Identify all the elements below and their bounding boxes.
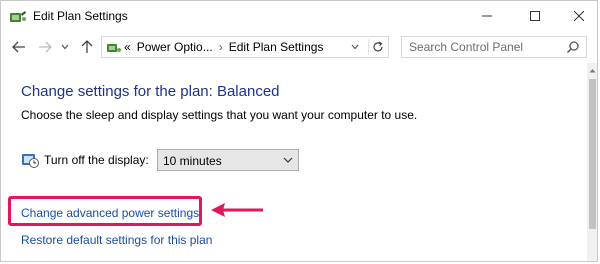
chevron-down-icon bbox=[351, 44, 359, 50]
minimize-icon bbox=[482, 15, 492, 17]
chevron-down-icon bbox=[283, 157, 293, 163]
back-button[interactable] bbox=[9, 37, 29, 57]
page-description: Choose the sleep and display settings th… bbox=[21, 108, 418, 122]
navigation-bar: « Power Optio... › Edit Plan Settings Se… bbox=[1, 31, 597, 63]
up-button[interactable] bbox=[77, 37, 97, 57]
scrollbar-thumb[interactable] bbox=[589, 79, 596, 229]
turn-off-display-select[interactable]: 10 minutes bbox=[157, 149, 299, 171]
breadcrumb: « Power Optio... › Edit Plan Settings bbox=[124, 40, 323, 54]
turn-off-display-value: 10 minutes bbox=[163, 154, 222, 168]
edit-plan-settings-window: Edit Plan Settings « Power Optio... › Ed… bbox=[0, 0, 598, 262]
up-arrow-icon bbox=[81, 40, 93, 53]
refresh-button[interactable] bbox=[368, 39, 387, 55]
pointer-arrow-icon bbox=[211, 203, 263, 217]
chevron-up-icon bbox=[589, 68, 596, 72]
window-title: Edit Plan Settings bbox=[33, 9, 128, 23]
clock-icon bbox=[22, 154, 39, 168]
power-options-icon bbox=[107, 44, 121, 52]
power-options-icon bbox=[10, 11, 26, 22]
minimize-button[interactable] bbox=[465, 1, 509, 31]
plan-settings-content: Change settings for the plan: Balanced C… bbox=[1, 63, 587, 261]
turn-off-display-label: Turn off the display: bbox=[44, 153, 149, 167]
search-box[interactable]: Search Control Panel bbox=[401, 36, 587, 58]
vertical-scrollbar[interactable] bbox=[587, 63, 597, 261]
close-button[interactable] bbox=[557, 1, 597, 31]
chevron-down-icon bbox=[61, 44, 69, 50]
change-advanced-power-settings-link[interactable]: Change advanced power settings bbox=[21, 206, 199, 220]
restore-default-settings-link[interactable]: Restore default settings for this plan bbox=[21, 233, 212, 247]
breadcrumb-edit-plan-settings[interactable]: Edit Plan Settings bbox=[229, 40, 324, 54]
forward-button[interactable] bbox=[35, 37, 55, 57]
recent-locations-button[interactable] bbox=[59, 37, 71, 57]
scroll-up-button[interactable] bbox=[587, 65, 597, 75]
address-bar[interactable]: « Power Optio... › Edit Plan Settings bbox=[101, 36, 389, 58]
title-bar: Edit Plan Settings bbox=[1, 1, 597, 31]
search-icon[interactable] bbox=[566, 40, 580, 54]
address-dropdown-button[interactable] bbox=[348, 39, 362, 55]
page-title: Change settings for the plan: Balanced bbox=[21, 83, 280, 100]
refresh-icon bbox=[373, 41, 383, 52]
breadcrumb-overflow[interactable]: « bbox=[124, 40, 131, 54]
breadcrumb-power-options[interactable]: Power Optio... bbox=[137, 40, 213, 54]
turn-off-display-row: Turn off the display: 10 minutes bbox=[21, 149, 321, 171]
breadcrumb-separator: › bbox=[218, 40, 223, 54]
back-arrow-icon bbox=[12, 41, 25, 53]
close-icon bbox=[574, 11, 584, 21]
maximize-button[interactable] bbox=[513, 1, 557, 31]
search-input[interactable]: Search Control Panel bbox=[409, 40, 523, 54]
maximize-icon bbox=[530, 11, 540, 21]
forward-arrow-icon bbox=[39, 41, 52, 53]
